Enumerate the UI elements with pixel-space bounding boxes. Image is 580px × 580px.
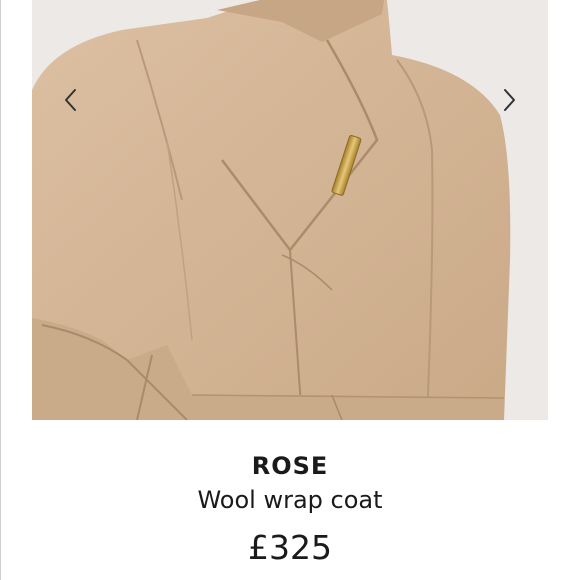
product-name[interactable]: Wool wrap coat xyxy=(0,486,580,514)
carousel-next-button[interactable] xyxy=(495,82,525,118)
carousel-prev-button[interactable] xyxy=(55,82,85,118)
product-image-carousel[interactable] xyxy=(0,0,580,420)
product-brand[interactable]: ROSE xyxy=(0,452,580,480)
product-photo xyxy=(32,0,548,420)
product-price: £325 xyxy=(248,528,332,567)
chevron-right-icon xyxy=(504,89,515,111)
product-info: ROSE Wool wrap coat £325 xyxy=(0,420,580,580)
coat-illustration xyxy=(32,0,548,420)
chevron-left-icon xyxy=(65,89,76,111)
